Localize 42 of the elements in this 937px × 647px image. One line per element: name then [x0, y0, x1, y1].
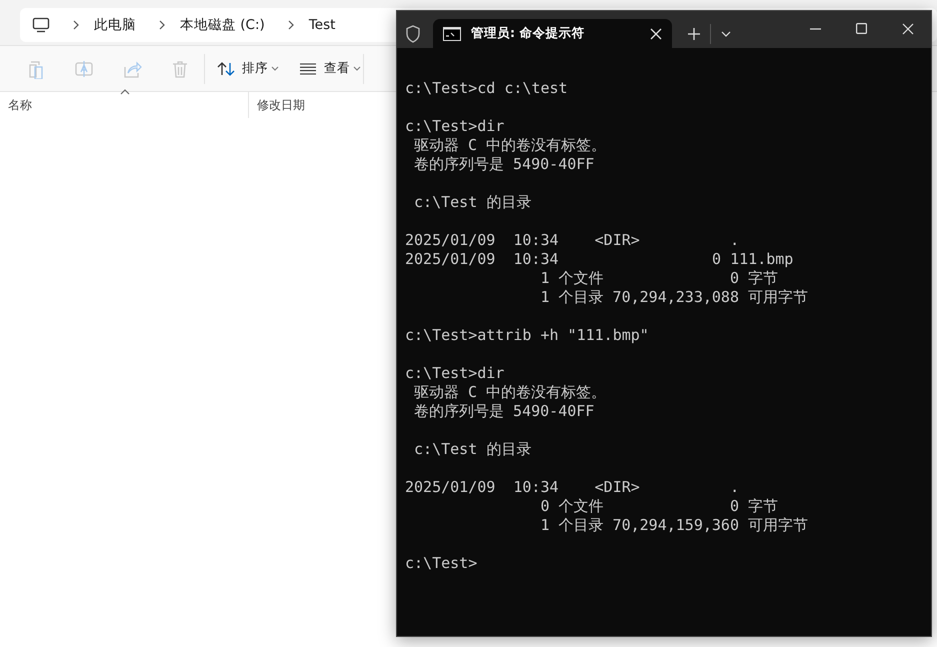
terminal-line: 1 个目录 70,294,233,088 可用字节: [539, 288, 808, 307]
toolbar-menu[interactable]: 查看: [293, 56, 367, 81]
computer-icon[interactable]: [32, 17, 50, 33]
terminal-line: 驱动器 C 中的卷没有标签。: [413, 383, 606, 402]
terminal-line: c:\Test>attrib +h "111.bmp": [405, 326, 649, 345]
dropdown-icon[interactable]: [721, 30, 731, 36]
terminal-line: c:\Test>cd c:\test: [405, 79, 568, 98]
column-header[interactable]: 修改日期: [249, 92, 313, 118]
terminal-line: c:\Test 的目录: [413, 440, 532, 459]
view-icon: [299, 62, 317, 74]
breadcrumb-item[interactable]: 本地磁盘 (C:): [180, 16, 265, 34]
terminal-line: c:\Test>dir: [405, 117, 504, 136]
caret-icon: [353, 66, 361, 72]
terminal-line: 0 个文件 0 字节: [539, 497, 778, 516]
column-header[interactable]: 名称: [0, 92, 249, 118]
chevron-icon: [158, 19, 166, 31]
terminal-line: c:\Test>: [405, 554, 478, 573]
terminal-line: 2025/01/09 10:34 0 111.bmp: [405, 250, 794, 269]
toolbar-menu[interactable]: 排序: [211, 56, 285, 81]
terminal-line: c:\Test>dir: [405, 364, 504, 383]
sort-icon: [217, 60, 235, 76]
terminal-line: 2025/01/09 10:34 <DIR> .: [405, 231, 740, 250]
maximize-icon[interactable]: [856, 23, 867, 34]
terminal-line: 卷的序列号是 5490-40FF: [413, 155, 594, 174]
breadcrumb-item[interactable]: 此电脑: [94, 16, 136, 34]
chevron-icon: [72, 19, 80, 31]
close-icon[interactable]: [650, 28, 662, 40]
terminal-line: 卷的序列号是 5490-40FF: [413, 402, 594, 421]
terminal-line: 驱动器 C 中的卷没有标签。: [413, 136, 606, 155]
chevron-icon: [286, 19, 295, 31]
command-prompt-icon: [443, 26, 461, 40]
close-icon[interactable]: [902, 22, 914, 34]
caret-icon: [271, 66, 279, 72]
terminal-line: 1 个文件 0 字节: [539, 269, 778, 288]
breadcrumb-item[interactable]: Test: [308, 17, 336, 33]
terminal-line: c:\Test 的目录: [413, 193, 532, 212]
new-tab-icon[interactable]: [688, 28, 700, 40]
shield-icon: [405, 24, 421, 42]
terminal-line: 1 个目录 70,294,159,360 可用字节: [539, 516, 808, 535]
terminal-tab[interactable]: 管理员: 命令提示符: [433, 19, 672, 48]
minimize-icon[interactable]: [810, 28, 821, 30]
terminal-line: 2025/01/09 10:34 <DIR> .: [405, 478, 740, 497]
